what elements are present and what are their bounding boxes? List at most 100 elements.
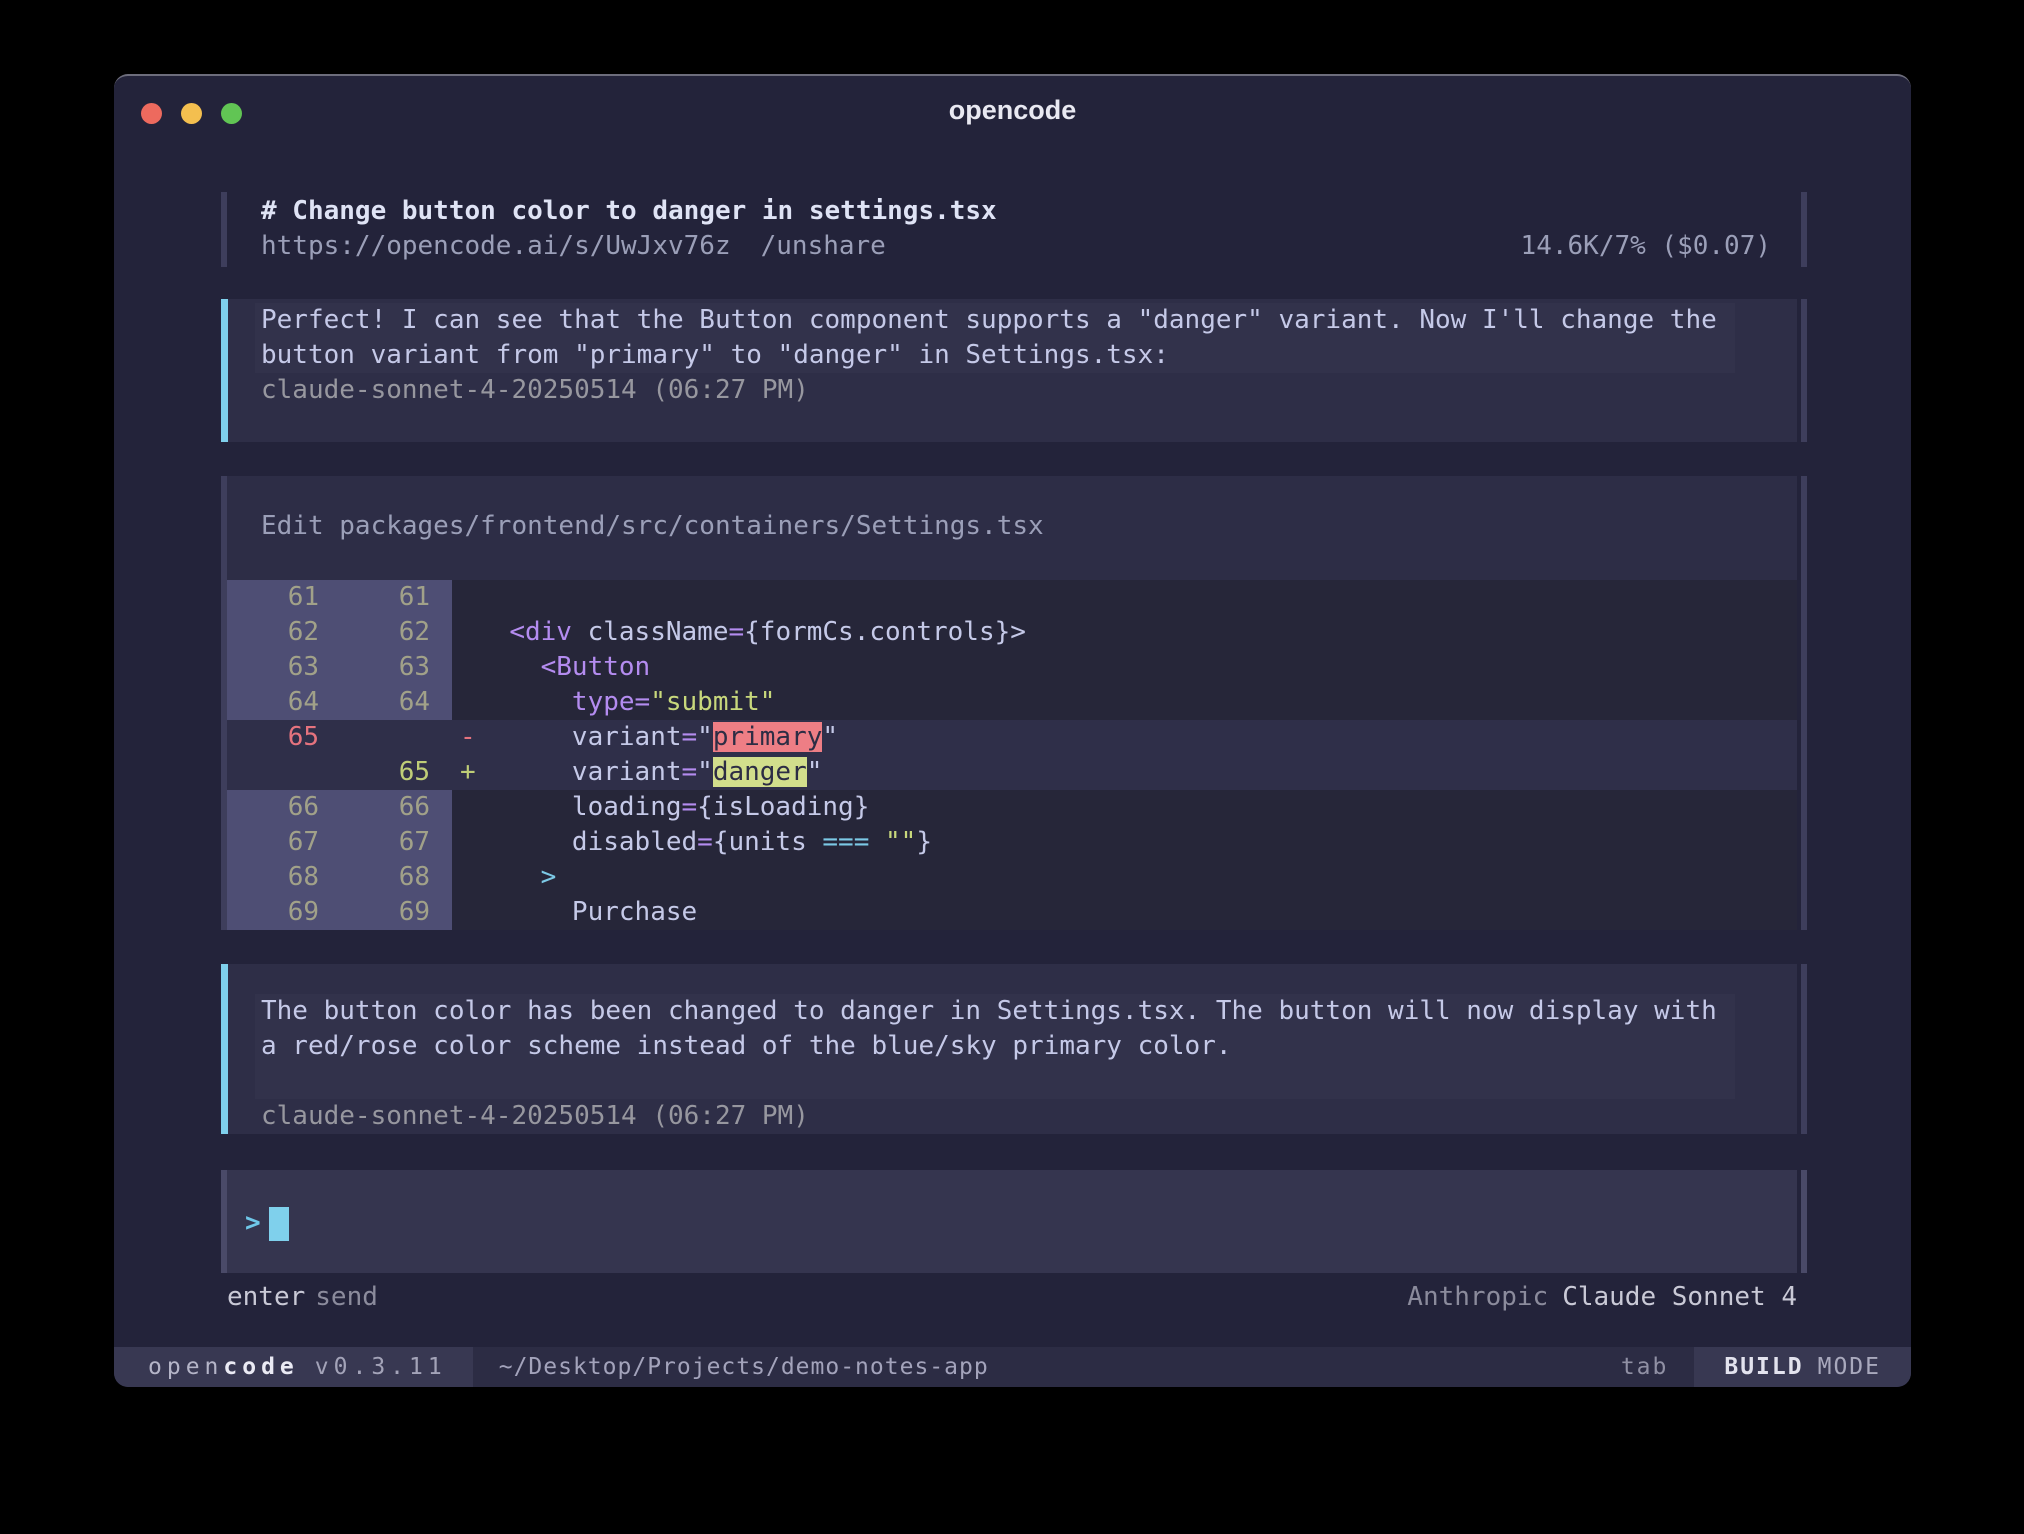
assistant-message: Perfect! I can see that the Button compo… bbox=[114, 299, 1911, 442]
prompt-input[interactable]: > bbox=[114, 1170, 1911, 1273]
diff-row: 6161 bbox=[227, 580, 1797, 615]
old-line-number: 68 bbox=[227, 860, 319, 895]
screen: opencode # Change button color to danger… bbox=[0, 0, 2024, 1534]
message-right-bar bbox=[1801, 299, 1807, 442]
code-line: <Button bbox=[478, 650, 1797, 685]
diff-gutter: 6262 bbox=[227, 615, 452, 650]
old-line-number: 64 bbox=[227, 685, 319, 720]
diff-row: 6262 <div className={formCs.controls}> bbox=[227, 615, 1797, 650]
diff-row: 6767 disabled={units === ""} bbox=[227, 825, 1797, 860]
code-line bbox=[478, 580, 1797, 615]
message-accent-bar bbox=[221, 964, 228, 1134]
message-text: The button color has been changed to dan… bbox=[255, 994, 1735, 1099]
edit-tool-panel: Edit packages/frontend/src/containers/Se… bbox=[114, 476, 1911, 930]
old-line-number: 65 bbox=[227, 720, 319, 755]
new-line-number: 65 bbox=[319, 755, 430, 790]
unshare-command: /unshare bbox=[761, 229, 886, 264]
message-line: Perfect! I can see that the Button compo… bbox=[261, 303, 1717, 338]
app-name-code: code bbox=[223, 1350, 298, 1385]
old-line-number: 69 bbox=[227, 895, 319, 930]
titlebar: opencode bbox=[114, 76, 1911, 132]
diff-gutter: 6767 bbox=[227, 825, 452, 860]
prompt-symbol: > bbox=[245, 1206, 261, 1241]
edit-file-title: Edit packages/frontend/src/containers/Se… bbox=[261, 509, 1044, 544]
app-version: v0.3.11 bbox=[315, 1350, 447, 1385]
diff-marker: - bbox=[452, 720, 478, 755]
mode-word-label: MODE bbox=[1818, 1350, 1881, 1385]
diff-gutter: 6363 bbox=[227, 650, 452, 685]
diff-marker bbox=[452, 860, 478, 895]
new-line-number: 66 bbox=[319, 790, 430, 825]
new-line-number: 61 bbox=[319, 580, 430, 615]
message-line: The button color has been changed to dan… bbox=[261, 994, 1717, 1029]
code-line: loading={isLoading} bbox=[478, 790, 1797, 825]
enter-key-hint: enter bbox=[227, 1280, 305, 1315]
diff-marker bbox=[452, 825, 478, 860]
diff-gutter: 6868 bbox=[227, 860, 452, 895]
app-name-open: open bbox=[148, 1350, 223, 1385]
new-line-number: 69 bbox=[319, 895, 430, 930]
code-line: > bbox=[478, 860, 1797, 895]
message-meta: claude-sonnet-4-20250514 (06:27 PM) bbox=[261, 373, 1735, 408]
old-line-number bbox=[227, 755, 319, 790]
input-left-bar bbox=[221, 1170, 227, 1273]
old-line-number: 61 bbox=[227, 580, 319, 615]
diff-marker bbox=[452, 895, 478, 930]
code-line: variant="primary" bbox=[478, 720, 1797, 755]
input-background bbox=[227, 1170, 1797, 1273]
diff-rows: 6161 6262 <div className={formCs.control… bbox=[227, 580, 1797, 930]
session-header-left-bar bbox=[221, 192, 227, 267]
diff-marker: + bbox=[452, 755, 478, 790]
diff-gutter: 6161 bbox=[227, 580, 452, 615]
new-line-number: 68 bbox=[319, 860, 430, 895]
code-line: disabled={units === ""} bbox=[478, 825, 1797, 860]
old-line-number: 66 bbox=[227, 790, 319, 825]
new-line-number: 67 bbox=[319, 825, 430, 860]
code-line: <div className={formCs.controls}> bbox=[478, 615, 1797, 650]
token-stats: 14.6K/7% ($0.07) bbox=[1521, 229, 1771, 264]
diff-row: 6868 > bbox=[227, 860, 1797, 895]
session-header: # Change button color to danger in setti… bbox=[114, 192, 1911, 267]
model-name: Claude Sonnet 4 bbox=[1562, 1280, 1797, 1315]
status-bar: opencodev0.3.11 ~/Desktop/Projects/demo-… bbox=[114, 1347, 1911, 1387]
diff-marker bbox=[452, 650, 478, 685]
message-line: a red/rose color scheme instead of the b… bbox=[261, 1029, 1717, 1064]
diff-row: 6363 <Button bbox=[227, 650, 1797, 685]
diff-marker bbox=[452, 685, 478, 720]
message-meta: claude-sonnet-4-20250514 (06:27 PM) bbox=[261, 1099, 1735, 1134]
tab-key-hint: tab bbox=[1621, 1350, 1669, 1385]
diff-row: 6464 type="submit" bbox=[227, 685, 1797, 720]
code-line: type="submit" bbox=[478, 685, 1797, 720]
message-right-bar bbox=[1801, 964, 1807, 1134]
diff-row: 6969 Purchase bbox=[227, 895, 1797, 930]
provider-label: Anthropic bbox=[1407, 1280, 1548, 1315]
message-line: button variant from "primary" to "danger… bbox=[261, 338, 1717, 373]
send-action-label: send bbox=[315, 1280, 378, 1315]
input-right-bar bbox=[1801, 1170, 1807, 1273]
diff-marker bbox=[452, 790, 478, 825]
text-cursor bbox=[269, 1207, 289, 1241]
message-accent-bar bbox=[221, 299, 228, 442]
new-line-number: 63 bbox=[319, 650, 430, 685]
new-line-number: 64 bbox=[319, 685, 430, 720]
diff-gutter: 6666 bbox=[227, 790, 452, 825]
message-line bbox=[261, 1064, 1717, 1099]
old-line-number: 62 bbox=[227, 615, 319, 650]
window-title: opencode bbox=[114, 92, 1911, 128]
old-line-number: 63 bbox=[227, 650, 319, 685]
diff-gutter: 65 bbox=[227, 755, 452, 790]
terminal-window: opencode # Change button color to danger… bbox=[114, 74, 1911, 1385]
app-version-badge: opencode v0.3.11 bbox=[114, 1347, 473, 1387]
diff-row: 65 + variant="danger" bbox=[227, 755, 1797, 790]
share-url[interactable]: https://opencode.ai/s/UwJxv76z bbox=[261, 229, 731, 264]
diff-gutter: 6464 bbox=[227, 685, 452, 720]
new-line-number: 62 bbox=[319, 615, 430, 650]
code-line: variant="danger" bbox=[478, 755, 1797, 790]
code-line: Purchase bbox=[478, 895, 1797, 930]
mode-badge: BUILDMODE bbox=[1694, 1347, 1911, 1387]
diff-marker bbox=[452, 580, 478, 615]
diff-gutter: 6969 bbox=[227, 895, 452, 930]
edit-panel-right-bar bbox=[1801, 476, 1807, 930]
diff-row: 65 - variant="primary" bbox=[227, 720, 1797, 755]
old-line-number: 67 bbox=[227, 825, 319, 860]
